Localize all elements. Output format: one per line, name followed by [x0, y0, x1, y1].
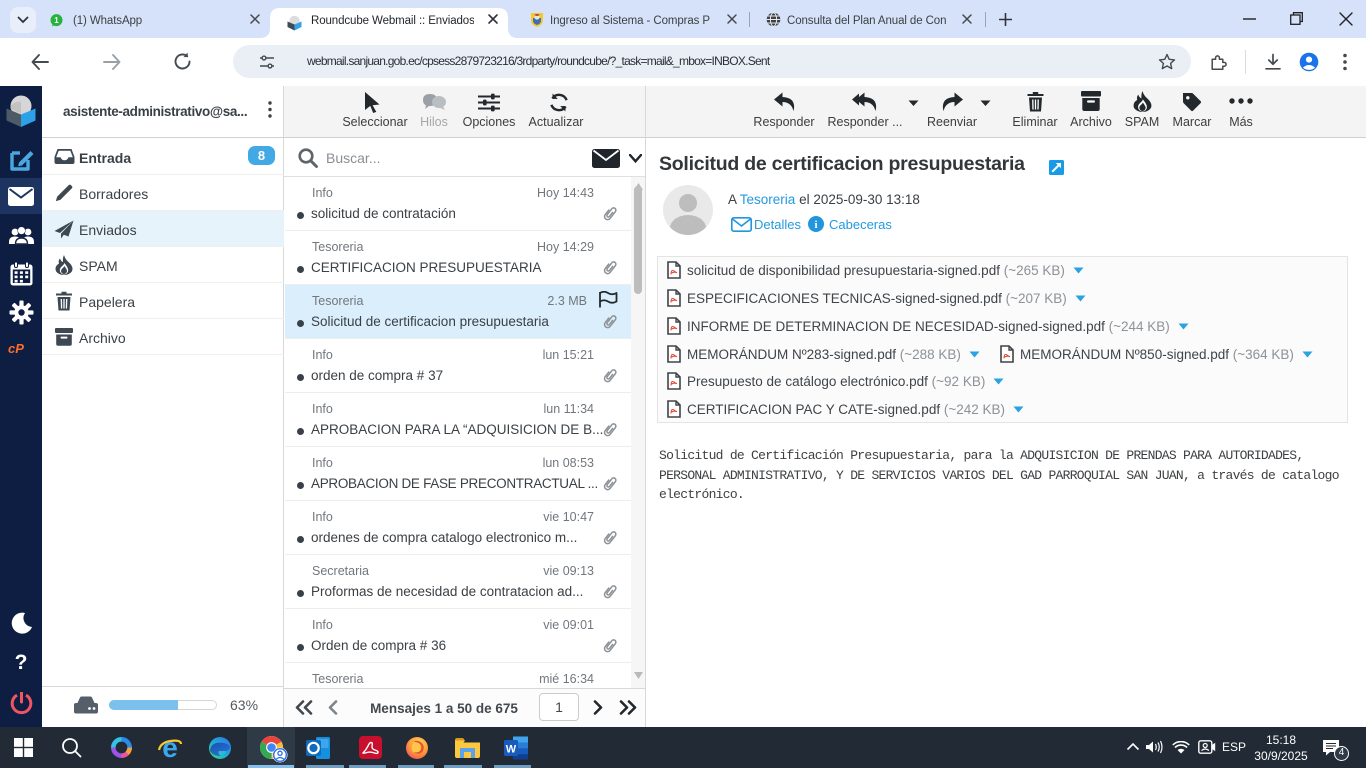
svg-text:1: 1: [54, 16, 59, 25]
svg-text:W: W: [506, 744, 517, 756]
svg-text:i: i: [814, 219, 817, 231]
